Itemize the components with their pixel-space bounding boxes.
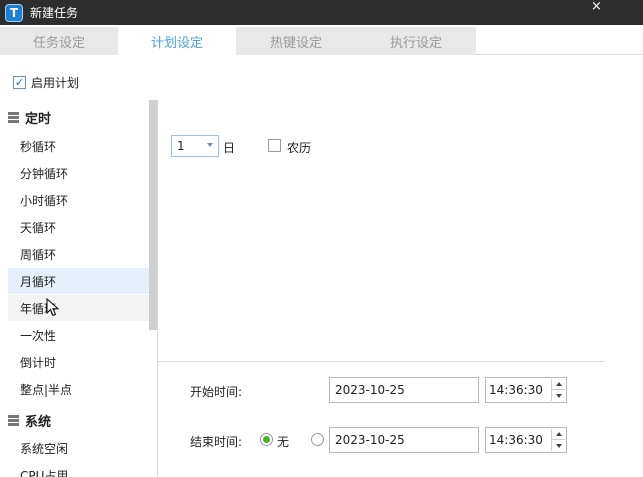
enable-plan-checkbox[interactable]: ✓ (13, 76, 26, 89)
end-date-value: 2023-10-25 (335, 433, 405, 447)
start-time-stepper[interactable]: 14:36:30 (485, 377, 567, 403)
end-time-spin-buttons (551, 429, 565, 451)
start-time-spin-buttons (551, 379, 565, 401)
list-item-system-idle[interactable]: 系统空闲 (8, 435, 149, 461)
list-item-countdown[interactable]: 倒计时 (8, 349, 149, 375)
group-timer-label: 定时 (25, 112, 52, 127)
tab-execute-settings[interactable]: 执行设定 (356, 27, 476, 55)
day-of-month-select[interactable]: 1 (171, 135, 219, 157)
list-item-one-time[interactable]: 一次性 (8, 322, 149, 348)
tab-plan-settings[interactable]: 计划设定 (118, 27, 236, 55)
list-scrollbar[interactable] (149, 100, 157, 330)
list-item-hour-half[interactable]: 整点|半点 (8, 376, 149, 402)
end-time-value: 14:36:30 (489, 433, 543, 447)
lunar-calendar-checkbox[interactable] (268, 139, 281, 152)
title-bar: T 新建任务 × (0, 0, 643, 25)
schedule-type-list: 定时 秒循环 分钟循环 小时循环 天循环 周循环 月循环 年循环 一次性 倒计时… (0, 100, 158, 477)
tab-hotkey-settings[interactable]: 热键设定 (236, 27, 356, 55)
divider (158, 361, 605, 362)
spin-down-icon[interactable] (552, 440, 565, 451)
chevron-down-icon (207, 143, 213, 147)
day-of-month-value: 1 (177, 139, 185, 153)
list-icon (8, 112, 19, 123)
end-time-label: 结束时间: (190, 435, 243, 449)
list-item-minute-loop[interactable]: 分钟循环 (8, 160, 149, 186)
close-icon[interactable]: × (591, 0, 605, 14)
group-system: 系统 (8, 411, 51, 430)
list-item-hour-loop[interactable]: 小时循环 (8, 187, 149, 213)
list-item-day-loop[interactable]: 天循环 (8, 214, 149, 240)
spin-up-icon[interactable] (552, 379, 565, 390)
end-date-field[interactable]: 2023-10-25 (329, 427, 479, 453)
list-item-week-loop[interactable]: 周循环 (8, 241, 149, 267)
window-title: 新建任务 (30, 6, 79, 20)
app-logo-icon: T (5, 3, 23, 22)
end-none-label: 无 (277, 435, 290, 449)
spin-down-icon[interactable] (552, 390, 565, 401)
group-timer: 定时 (8, 108, 51, 127)
spin-up-icon[interactable] (552, 429, 565, 440)
start-time-value: 14:36:30 (489, 383, 543, 397)
end-time-stepper[interactable]: 14:36:30 (485, 427, 567, 453)
tab-task-settings[interactable]: 任务设定 (0, 27, 118, 55)
start-time-label: 开始时间: (190, 385, 243, 399)
enable-plan-row[interactable]: ✓ 启用计划 (13, 74, 79, 91)
tab-bar: 任务设定 计划设定 热键设定 执行设定 (0, 25, 643, 55)
lunar-calendar-label: 农历 (287, 141, 312, 155)
mouse-cursor-icon (46, 298, 60, 317)
day-unit-label: 日 (223, 141, 236, 155)
start-date-value: 2023-10-25 (335, 383, 405, 397)
end-date-radio[interactable] (311, 433, 324, 446)
group-system-label: 系统 (25, 415, 52, 430)
list-item-second-loop[interactable]: 秒循环 (8, 133, 149, 159)
end-none-radio[interactable] (260, 433, 273, 446)
start-date-field[interactable]: 2023-10-25 (329, 377, 479, 403)
list-item-month-loop[interactable]: 月循环 (8, 268, 149, 294)
list-item-cpu-usage[interactable]: CPU占用 (8, 462, 149, 477)
enable-plan-label: 启用计划 (31, 76, 80, 90)
list-item-year-loop[interactable]: 年循环 (8, 295, 149, 321)
list-icon (8, 415, 19, 426)
